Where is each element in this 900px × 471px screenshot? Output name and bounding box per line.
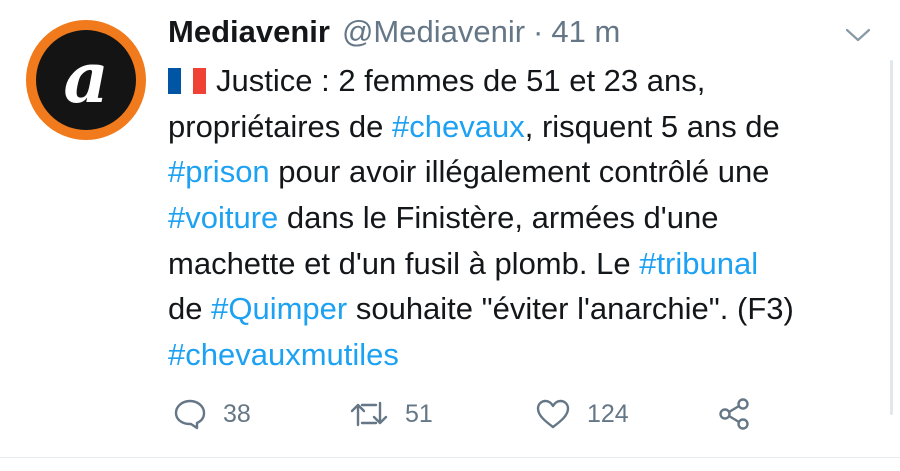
hashtag-link[interactable]: #chevauxmutiles: [168, 337, 399, 372]
tweet-divider: [0, 457, 900, 458]
tweet-text-line: #prison pour avoir illégalement contrôlé…: [168, 149, 873, 195]
hashtag-link[interactable]: #chevaux: [392, 109, 525, 144]
header-separator: ·: [533, 14, 544, 49]
avatar-letter: a: [63, 36, 109, 119]
avatar[interactable]: a: [26, 20, 146, 140]
share-icon: [719, 398, 749, 430]
tweet-text-line: #voiture dans le Finistère, armées d'une: [168, 195, 873, 241]
avatar-logo: a: [36, 30, 136, 130]
share-button[interactable]: [717, 392, 751, 436]
hashtag-link[interactable]: #prison: [168, 154, 270, 189]
hashtag-link[interactable]: #tribunal: [639, 246, 758, 281]
author-handle[interactable]: @Mediavenir: [342, 14, 525, 50]
tweet-header: Mediavenir @Mediavenir · 41 m: [168, 14, 620, 54]
author-name[interactable]: Mediavenir: [168, 14, 330, 50]
reply-count: 38: [223, 399, 251, 428]
tweet-actions: 38 51 124: [168, 392, 768, 436]
text-segment: souhaite "éviter l'anarchie". (F3): [347, 291, 794, 327]
chevron-down-icon[interactable]: [843, 25, 873, 45]
reply-icon: [174, 399, 206, 430]
tweet-text: Justice : 2 femmes de 51 et 23 ans, prop…: [168, 58, 873, 378]
tweet-text-line: #chevauxmutiles: [168, 332, 873, 378]
text-segment: propriétaires de: [168, 108, 393, 144]
like-button[interactable]: 124: [535, 392, 629, 436]
tweet-timestamp[interactable]: 41 m: [551, 14, 620, 50]
text-segment: Justice : 2 femmes de 51 et 23 ans,: [216, 63, 706, 98]
retweet-button[interactable]: 51: [349, 392, 433, 436]
text-segment: machette et d'un fusil à plomb. Le: [168, 245, 640, 281]
scrollbar[interactable]: [890, 60, 893, 415]
retweet-icon: [350, 401, 388, 427]
hashtag-link[interactable]: #Quimper: [211, 291, 347, 326]
text-segment: pour avoir illégalement contrôlé une: [269, 154, 770, 190]
reply-button[interactable]: 38: [173, 392, 251, 436]
text-segment: dans le Finistère, armées d'une: [278, 200, 719, 236]
tweet-text-line: de #Quimper souhaite "éviter l'anarchie"…: [168, 286, 873, 332]
like-icon: [536, 399, 570, 429]
tweet-text-line: machette et d'un fusil à plomb. Le #trib…: [168, 241, 873, 287]
tweet-text-line: propriétaires de #chevaux, risquent 5 an…: [168, 104, 873, 150]
tweet-text-line: Justice : 2 femmes de 51 et 23 ans,: [168, 58, 873, 104]
retweet-count: 51: [405, 399, 433, 428]
text-segment: de: [168, 291, 212, 327]
france-flag-icon: [168, 68, 206, 94]
like-count: 124: [587, 399, 629, 428]
hashtag-link[interactable]: #voiture: [168, 200, 278, 235]
text-segment: , risquent 5 ans de: [524, 108, 780, 144]
